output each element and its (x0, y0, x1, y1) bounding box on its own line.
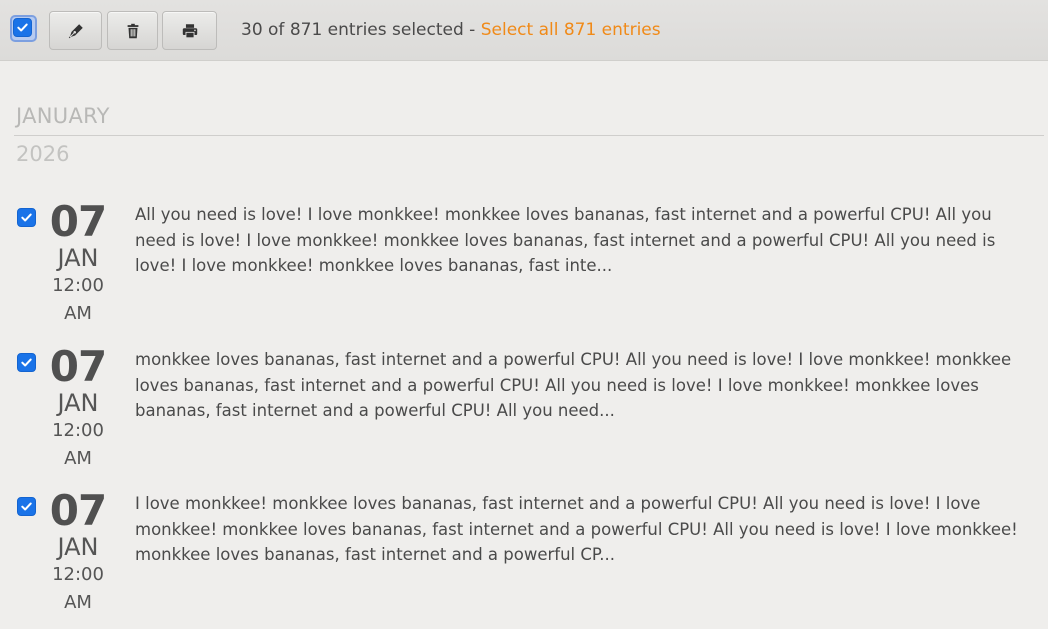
select-all-checkbox[interactable] (10, 15, 37, 42)
checkmark-icon (21, 213, 32, 222)
entry-date: 07 JAN 12:00 AM (44, 489, 112, 617)
printer-icon (182, 23, 197, 38)
entry-time: 12:00 (52, 420, 104, 441)
entry-checkbox[interactable] (17, 353, 36, 372)
checkmark-icon (21, 358, 32, 367)
entry-ampm: AM (64, 592, 92, 613)
selection-count-text: 30 of 871 entries selected - (241, 20, 481, 40)
selection-status: 30 of 871 entries selected - Select all … (241, 20, 661, 40)
entry-date: 07 JAN 12:00 AM (44, 200, 112, 328)
entry-month: JAN (57, 533, 99, 561)
list-item[interactable]: 07 JAN 12:00 AM monkkee loves bananas, f… (0, 345, 1048, 485)
entry-day: 07 (49, 342, 107, 391)
entry-checkbox[interactable] (17, 208, 36, 227)
trash-icon (127, 23, 138, 38)
entry-preview-text[interactable]: monkkee loves bananas, fast internet and… (135, 347, 1035, 424)
month-heading: JANUARY (16, 104, 110, 128)
selection-toolbar: 30 of 871 entries selected - Select all … (0, 0, 1048, 61)
print-button[interactable] (162, 11, 217, 50)
entry-ampm: AM (64, 303, 92, 324)
checkmark-icon (21, 502, 32, 511)
entry-day: 07 (49, 197, 107, 246)
entry-date: 07 JAN 12:00 AM (44, 345, 112, 473)
select-all-link[interactable]: Select all 871 entries (481, 20, 661, 40)
entry-checkbox[interactable] (17, 497, 36, 516)
entry-month: JAN (57, 244, 99, 272)
list-item[interactable]: 07 JAN 12:00 AM All you need is love! I … (0, 200, 1048, 340)
pen-icon (68, 23, 83, 38)
checkmark-icon (17, 23, 28, 32)
edit-button[interactable] (49, 11, 102, 50)
delete-button[interactable] (107, 11, 158, 50)
year-heading: 2026 (16, 142, 70, 166)
entry-time: 12:00 (52, 564, 104, 585)
entry-month: JAN (57, 389, 99, 417)
entry-time: 12:00 (52, 275, 104, 296)
checkbox-checked[interactable] (13, 18, 32, 37)
entry-day: 07 (49, 486, 107, 535)
list-item[interactable]: 07 JAN 12:00 AM I love monkkee! monkkee … (0, 489, 1048, 629)
entry-preview-text[interactable]: I love monkkee! monkkee loves bananas, f… (135, 491, 1035, 568)
entry-preview-text[interactable]: All you need is love! I love monkkee! mo… (135, 202, 1035, 279)
section-divider (14, 135, 1044, 136)
entry-ampm: AM (64, 448, 92, 469)
